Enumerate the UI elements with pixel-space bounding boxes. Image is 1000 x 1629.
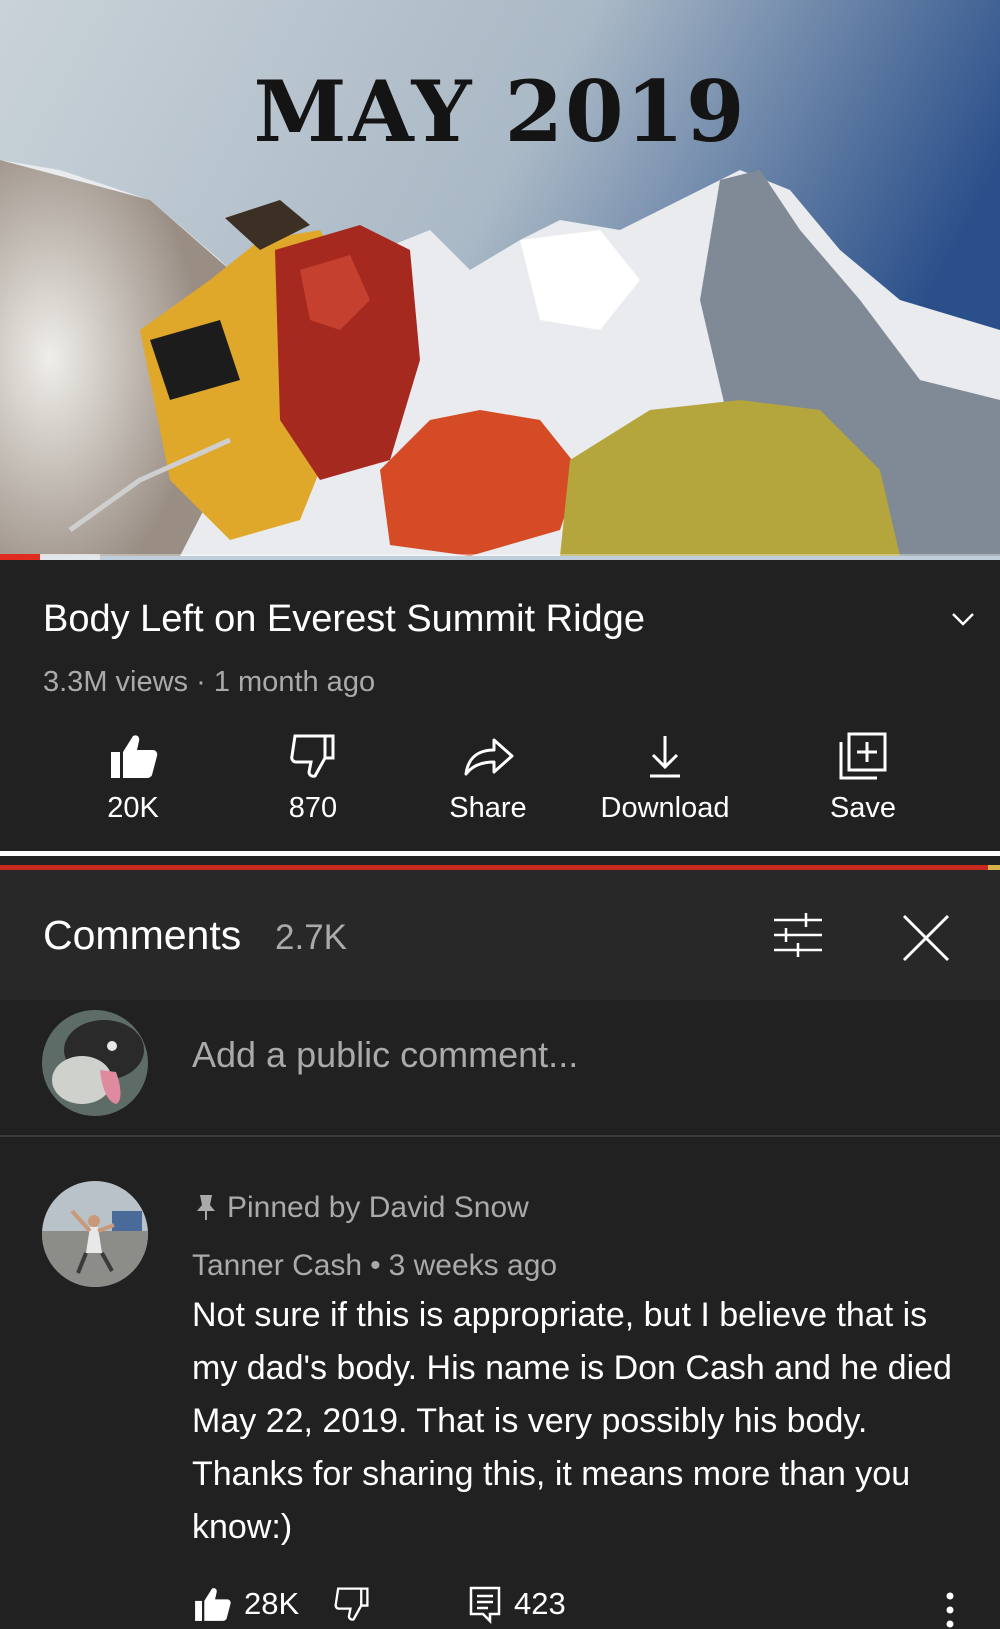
video-info-panel: Body Left on Everest Summit Ridge 3.3M v… bbox=[0, 560, 1000, 850]
upload-age: 1 month ago bbox=[213, 666, 376, 698]
share-button[interactable]: Share bbox=[398, 730, 578, 840]
share-icon bbox=[464, 738, 514, 776]
pinned-comment: Pinned by David Snow Tanner Cash • 3 weeks… bbox=[0, 1139, 1000, 1629]
video-overlay-text: MAY 2019 bbox=[253, 62, 747, 161]
download-button[interactable]: Download bbox=[575, 730, 755, 840]
close-icon[interactable] bbox=[898, 910, 954, 966]
comment-text: Not sure if this is appropriate, but I b… bbox=[192, 1296, 952, 1546]
pinned-indicator: Pinned by David Snow bbox=[195, 1191, 529, 1225]
sort-icon[interactable] bbox=[770, 910, 826, 960]
comments-count: 2.7K bbox=[275, 918, 347, 957]
share-label: Share bbox=[449, 792, 527, 824]
action-bar: 20K 870 Share Download Save bbox=[0, 730, 1000, 840]
comment-author-line: Tanner Cash • 3 weeks ago bbox=[192, 1249, 557, 1283]
comments-title: Comments bbox=[43, 912, 242, 958]
save-icon bbox=[839, 732, 887, 780]
pin-icon bbox=[197, 1195, 215, 1220]
divider-line bbox=[0, 851, 1000, 856]
download-icon bbox=[650, 736, 680, 778]
comment-like-button[interactable]: 28K bbox=[192, 1579, 299, 1629]
commenter-avatar[interactable] bbox=[42, 1181, 148, 1287]
commenter-photo bbox=[42, 1181, 148, 1287]
comment-like-count: 28K bbox=[244, 1586, 300, 1621]
comments-header: Comments 2.7K bbox=[0, 870, 1000, 1000]
user-avatar[interactable] bbox=[42, 1010, 148, 1116]
reply-count: 423 bbox=[514, 1586, 566, 1621]
comment-reply-button[interactable]: 423 bbox=[468, 1579, 566, 1629]
author-separator: • bbox=[370, 1249, 381, 1282]
view-count: 3.3M views bbox=[43, 666, 189, 698]
pinned-label: Pinned by David Snow bbox=[227, 1191, 529, 1224]
thumbs-down-icon bbox=[290, 734, 335, 778]
comment-dislike-button[interactable] bbox=[332, 1579, 372, 1629]
save-label: Save bbox=[829, 792, 897, 824]
comment-age: 3 weeks ago bbox=[388, 1249, 558, 1282]
reply-icon bbox=[469, 1586, 501, 1624]
more-icon[interactable] bbox=[935, 1590, 965, 1629]
video-title[interactable]: Body Left on Everest Summit Ridge bbox=[43, 598, 645, 641]
dislike-count: 870 bbox=[288, 792, 338, 824]
thumbs-up-icon bbox=[111, 735, 158, 778]
download-label: Download bbox=[600, 792, 730, 824]
add-comment-input[interactable] bbox=[192, 1030, 892, 1080]
comment-author[interactable]: Tanner Cash bbox=[192, 1249, 362, 1282]
meta-separator: · bbox=[196, 666, 206, 698]
video-player[interactable]: MAY 2019 bbox=[0, 0, 1000, 560]
expand-chevron-icon[interactable] bbox=[948, 604, 978, 634]
dog-avatar-image bbox=[42, 1010, 148, 1116]
save-button[interactable]: Save bbox=[773, 730, 953, 840]
dislike-button[interactable]: 870 bbox=[223, 730, 403, 840]
like-count: 20K bbox=[107, 792, 159, 824]
video-meta: 3.3M views · 1 month ago bbox=[43, 666, 375, 699]
thumbs-up-icon bbox=[195, 1588, 231, 1621]
like-button[interactable]: 20K bbox=[43, 730, 223, 840]
comment-actions: 28K 423 bbox=[192, 1579, 992, 1629]
thumbs-down-icon bbox=[334, 1587, 369, 1621]
add-comment-row bbox=[0, 1000, 1000, 1137]
